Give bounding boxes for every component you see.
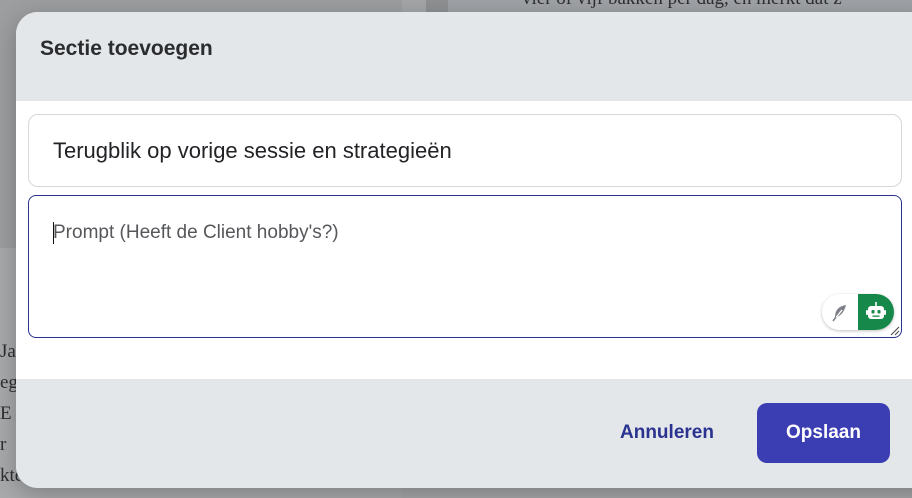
background-text-line: vier of vijf bakken per dag, en merkt da… <box>522 0 842 10</box>
add-section-dialog: Sectie toevoegen Terugblik op vorige ses… <box>16 12 912 488</box>
ai-tools-group <box>822 294 894 330</box>
cancel-button[interactable]: Annuleren <box>602 403 732 463</box>
text-caret <box>53 222 54 244</box>
dialog-title: Sectie toevoegen <box>40 37 213 60</box>
prompt-field-wrapper <box>28 195 902 338</box>
dialog-header: Sectie toevoegen <box>16 12 912 101</box>
prompt-textarea[interactable] <box>28 195 902 338</box>
dialog-footer: Annuleren Opslaan <box>16 379 912 488</box>
save-button[interactable]: Opslaan <box>757 403 890 463</box>
dialog-body <box>16 101 912 379</box>
section-title-input[interactable] <box>28 114 902 187</box>
feather-icon[interactable] <box>822 294 858 330</box>
resize-handle-icon[interactable] <box>888 324 900 336</box>
